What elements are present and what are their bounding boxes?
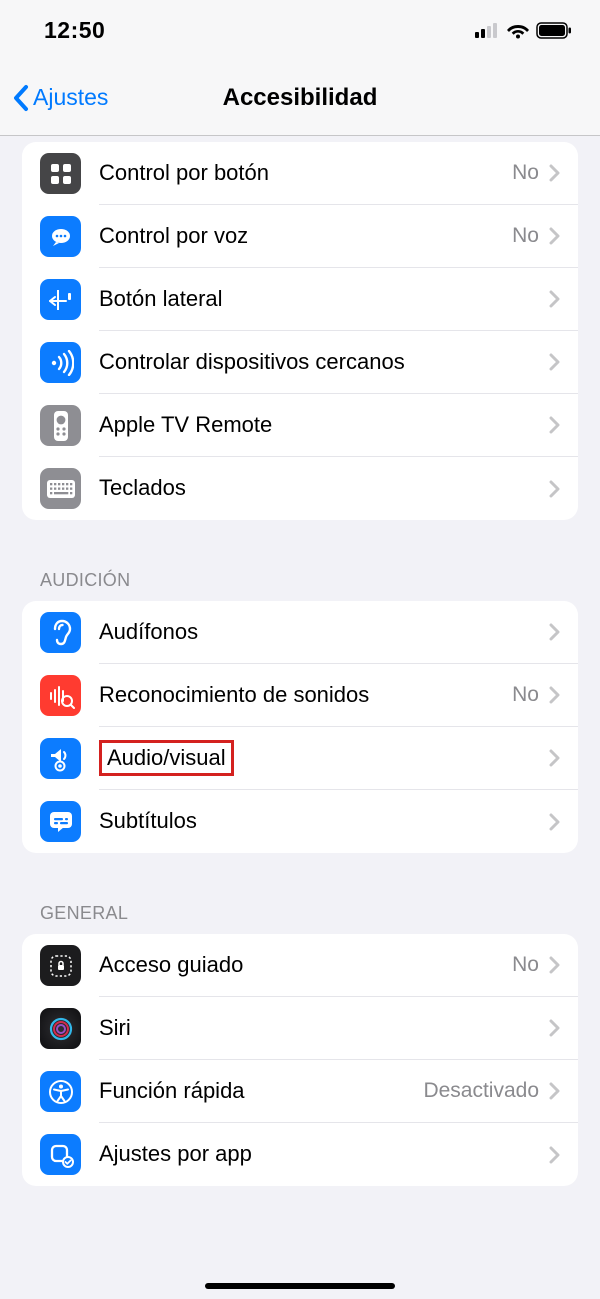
group-hearing: Audífonos Reconocimiento de sonidos — [22, 601, 578, 853]
row-label: Ajustes por app — [99, 1141, 549, 1167]
subtitles-icon — [40, 801, 81, 842]
row-label: Acceso guiado — [99, 952, 512, 978]
highlight-box: Audio/visual — [99, 740, 234, 777]
row-label: Audio/visual — [99, 740, 549, 777]
chevron-right-icon — [549, 227, 560, 245]
status-bar: 12:50 — [0, 0, 600, 60]
voice-control-icon — [40, 216, 81, 257]
row-shortcut[interactable]: Función rápida Desactivado — [22, 1060, 578, 1123]
accessibility-icon — [40, 1071, 81, 1112]
nav-header: Ajustes Accesibilidad — [0, 60, 600, 136]
row-headphones[interactable]: Audífonos — [22, 601, 578, 664]
chevron-right-icon — [549, 686, 560, 704]
row-label: Botón lateral — [99, 286, 549, 312]
row-value: No — [512, 683, 539, 707]
group-physical: Control por botón No Control por voz — [22, 142, 578, 520]
ear-icon — [40, 612, 81, 653]
row-guided-access[interactable]: Acceso guiado No — [22, 934, 578, 997]
siri-icon — [40, 1008, 81, 1049]
back-label: Ajustes — [33, 84, 108, 111]
cellular-icon — [475, 22, 500, 38]
row-per-app[interactable]: Ajustes por app — [22, 1123, 578, 1186]
row-label: Audífonos — [99, 619, 549, 645]
battery-icon — [536, 22, 572, 39]
row-value: No — [512, 953, 539, 977]
row-label: Control por botón — [99, 160, 512, 186]
row-value: Desactivado — [423, 1079, 539, 1103]
side-button-icon — [40, 279, 81, 320]
row-keyboards[interactable]: Teclados — [22, 457, 578, 520]
keyboard-icon — [40, 468, 81, 509]
row-label: Reconocimiento de sonidos — [99, 682, 512, 708]
row-siri[interactable]: Siri — [22, 997, 578, 1060]
row-side-button[interactable]: Botón lateral — [22, 268, 578, 331]
chevron-right-icon — [549, 290, 560, 308]
tv-remote-icon — [40, 405, 81, 446]
page-title: Accesibilidad — [223, 84, 378, 112]
chevron-right-icon — [549, 956, 560, 974]
status-icons — [475, 22, 572, 39]
row-sound-recognition[interactable]: Reconocimiento de sonidos No — [22, 664, 578, 727]
wifi-icon — [506, 22, 530, 39]
per-app-icon — [40, 1134, 81, 1175]
row-switch-control[interactable]: Control por botón No — [22, 142, 578, 205]
row-label: Función rápida — [99, 1078, 423, 1104]
chevron-right-icon — [549, 1146, 560, 1164]
section-header-hearing: AUDICIÓN — [22, 562, 578, 601]
row-tv-remote[interactable]: Apple TV Remote — [22, 394, 578, 457]
sound-recognition-icon — [40, 675, 81, 716]
chevron-right-icon — [549, 353, 560, 371]
chevron-right-icon — [549, 749, 560, 767]
row-value: No — [512, 161, 539, 185]
back-button[interactable]: Ajustes — [12, 84, 108, 112]
row-audio-visual[interactable]: Audio/visual — [22, 727, 578, 790]
chevron-right-icon — [549, 813, 560, 831]
row-label: Siri — [99, 1015, 549, 1041]
row-label: Control por voz — [99, 223, 512, 249]
row-label: Apple TV Remote — [99, 412, 549, 438]
chevron-right-icon — [549, 623, 560, 641]
row-label: Subtítulos — [99, 808, 549, 834]
row-label: Teclados — [99, 475, 549, 501]
row-nearby-devices[interactable]: Controlar dispositivos cercanos — [22, 331, 578, 394]
chevron-right-icon — [549, 480, 560, 498]
row-voice-control[interactable]: Control por voz No — [22, 205, 578, 268]
chevron-right-icon — [549, 416, 560, 434]
chevron-right-icon — [549, 164, 560, 182]
group-general: Acceso guiado No Siri — [22, 934, 578, 1186]
chevron-right-icon — [549, 1019, 560, 1037]
chevron-left-icon — [12, 84, 29, 112]
row-subtitles[interactable]: Subtítulos — [22, 790, 578, 853]
guided-access-icon — [40, 945, 81, 986]
chevron-right-icon — [549, 1082, 560, 1100]
row-value: No — [512, 224, 539, 248]
status-time: 12:50 — [44, 17, 105, 44]
row-label: Controlar dispositivos cercanos — [99, 349, 549, 375]
home-indicator[interactable] — [205, 1283, 395, 1289]
section-header-general: GENERAL — [22, 895, 578, 934]
audio-visual-icon — [40, 738, 81, 779]
switch-control-icon — [40, 153, 81, 194]
nearby-devices-icon — [40, 342, 81, 383]
